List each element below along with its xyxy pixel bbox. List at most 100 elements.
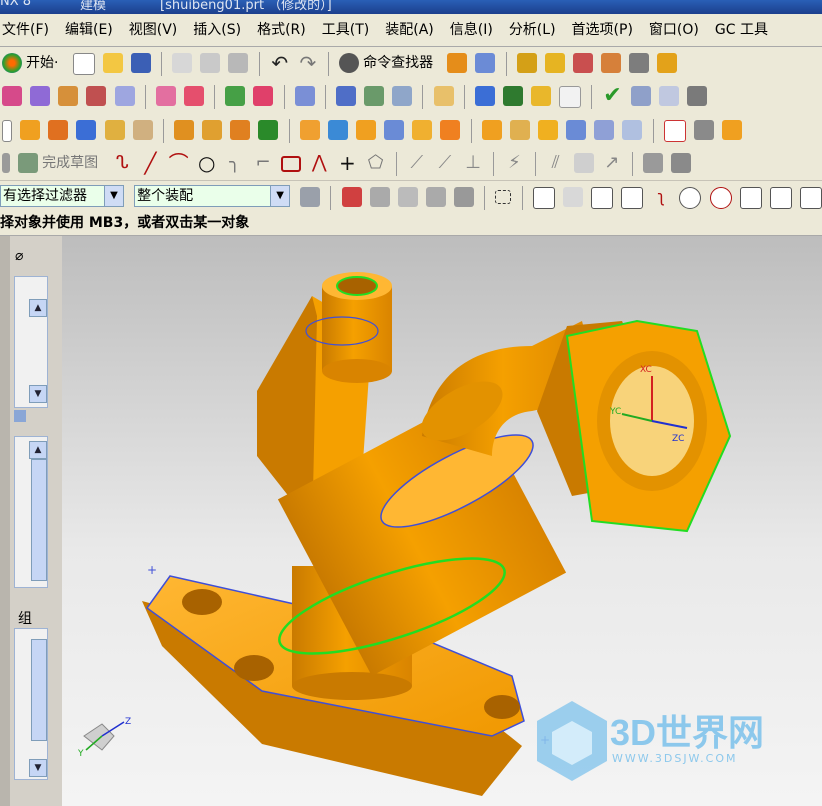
eraser-icon[interactable] [433, 86, 454, 106]
replace-component-icon[interactable] [601, 53, 622, 73]
curve-icon[interactable] [2, 86, 22, 106]
face-icon[interactable] [622, 120, 643, 140]
select-curve-icon[interactable] [369, 187, 390, 207]
unite-icon[interactable] [299, 120, 320, 140]
constraints-icon[interactable]: ⚡ [504, 153, 524, 173]
snap-center-icon[interactable] [679, 187, 702, 209]
menu-edit[interactable]: 编辑(E) [57, 14, 121, 46]
arc-icon[interactable]: ⌒ [169, 153, 189, 173]
mesh-icon[interactable] [183, 86, 204, 106]
scroll-up-icon[interactable]: ▲ [29, 441, 47, 459]
snap-midpoint-icon[interactable] [562, 187, 583, 207]
scroll-down-icon[interactable]: ▼ [29, 759, 47, 777]
start-icon[interactable] [2, 53, 22, 73]
redo-icon[interactable]: ↷ [298, 53, 318, 73]
scroll-up-icon[interactable]: ▲ [29, 299, 47, 317]
menu-preferences[interactable]: 首选项(P) [564, 14, 641, 46]
select-face-icon[interactable] [397, 187, 418, 207]
move-component-icon[interactable] [657, 53, 678, 73]
extrude-icon[interactable] [20, 120, 41, 140]
chevron-down-icon[interactable]: ▼ [104, 186, 123, 206]
menu-assembly[interactable]: 装配(A) [377, 14, 442, 46]
finish-sketch-icon[interactable] [18, 153, 39, 173]
material-icon[interactable] [253, 86, 274, 106]
assembly-icon[interactable] [516, 53, 537, 73]
component-icon[interactable] [544, 53, 565, 73]
graphics-window[interactable]: XC YC ZC + + Z Y 3D世界网 WWW.3DSJW.COM [62, 236, 822, 806]
binoculars-icon[interactable] [339, 53, 360, 73]
boss-icon[interactable] [132, 120, 153, 140]
point-sketch-icon[interactable]: + [337, 153, 357, 173]
mirror-icon[interactable] [202, 120, 223, 140]
finish-sketch-button[interactable]: 完成草图 [42, 147, 98, 179]
wcs-icon[interactable] [663, 120, 686, 142]
book-icon[interactable] [447, 53, 468, 73]
cut-icon[interactable] [172, 53, 193, 73]
type-filter-dropdown[interactable]: 有选择过滤器 ▼ [0, 185, 124, 207]
menu-format[interactable]: 格式(R) [249, 14, 314, 46]
hide-icon[interactable] [693, 120, 714, 140]
filter-settings-icon[interactable] [300, 187, 321, 207]
surface-icon[interactable] [30, 86, 51, 106]
panel-scroll-top[interactable]: ▲ ▼ [14, 276, 48, 408]
menu-analysis[interactable]: 分析(L) [501, 14, 564, 46]
render-icon[interactable] [225, 86, 246, 106]
sketch-plane-icon[interactable] [2, 153, 10, 173]
offset-face-icon[interactable] [440, 120, 461, 140]
datum-icon[interactable] [230, 120, 251, 140]
fit-view-icon[interactable] [335, 86, 356, 106]
sketch-settings-icon[interactable] [643, 153, 664, 173]
snap-existing-point-icon[interactable] [739, 187, 762, 209]
snap-on-curve-icon[interactable] [769, 187, 792, 209]
hex-nut[interactable]: XC YC ZC [537, 319, 732, 533]
profile-icon[interactable]: ᔐ [112, 153, 132, 173]
shell-icon[interactable] [566, 120, 587, 140]
snap-tangent-icon[interactable] [621, 187, 644, 209]
open-folder-icon[interactable] [102, 53, 123, 73]
point-icon[interactable] [258, 120, 279, 140]
snap-line-icon[interactable] [590, 187, 613, 209]
menu-info[interactable]: 信息(I) [442, 14, 501, 46]
panel-scroll-middle[interactable]: ▲ [14, 436, 48, 588]
tree-icon[interactable] [630, 86, 651, 106]
line-icon[interactable]: ╱ [140, 153, 160, 173]
remove-component-icon[interactable] [572, 53, 593, 73]
quick-extend-icon[interactable]: ⟋ [435, 153, 455, 173]
polyline-icon[interactable]: ⋀ [309, 153, 329, 173]
trim-body-icon[interactable] [384, 120, 405, 140]
scroll-down-icon[interactable]: ▼ [29, 385, 47, 403]
snap-curve-icon[interactable]: ʅ [651, 187, 671, 207]
check-icon[interactable]: ✔ [603, 85, 623, 107]
thicken-icon[interactable] [594, 120, 615, 140]
collapse-icon[interactable] [14, 410, 26, 422]
scope-dropdown[interactable]: 整个装配 ▼ [134, 185, 291, 207]
layer-settings-icon[interactable] [392, 86, 413, 106]
menu-insert[interactable]: 插入(S) [185, 14, 249, 46]
menu-window[interactable]: 窗口(O) [641, 14, 707, 46]
box-analysis-icon[interactable] [531, 86, 552, 106]
sketch-icon[interactable] [2, 120, 12, 142]
text-icon[interactable] [559, 86, 582, 108]
snap-endpoint-icon[interactable] [532, 187, 555, 209]
chevron-down-icon[interactable]: ▼ [270, 186, 290, 206]
intersect-icon[interactable] [355, 120, 376, 140]
quick-trim-icon[interactable]: ⟋ [407, 153, 427, 173]
split-body-icon[interactable] [412, 120, 433, 140]
menu-view[interactable]: 视图(V) [121, 14, 186, 46]
spline-icon[interactable] [58, 86, 79, 106]
command-finder-button[interactable]: 命令查找器 [363, 47, 433, 79]
subtract-icon[interactable] [327, 120, 348, 140]
select-component-icon[interactable] [454, 187, 475, 207]
ribbon-icon[interactable] [114, 86, 135, 106]
section-icon[interactable] [294, 86, 315, 106]
sketch-tools-icon[interactable] [671, 153, 692, 173]
layers-icon[interactable] [364, 86, 385, 106]
circle-icon[interactable]: ○ [197, 153, 217, 173]
chamfer-icon[interactable] [509, 120, 530, 140]
menu-tools[interactable]: 工具(T) [314, 14, 377, 46]
menu-file[interactable]: 文件(F) [0, 14, 57, 46]
display-icon[interactable]: ↗ [602, 153, 622, 173]
scroll-thumb[interactable] [31, 639, 47, 741]
scroll-thumb[interactable] [31, 459, 47, 581]
dimension-icon[interactable]: ⫽ [546, 153, 566, 173]
